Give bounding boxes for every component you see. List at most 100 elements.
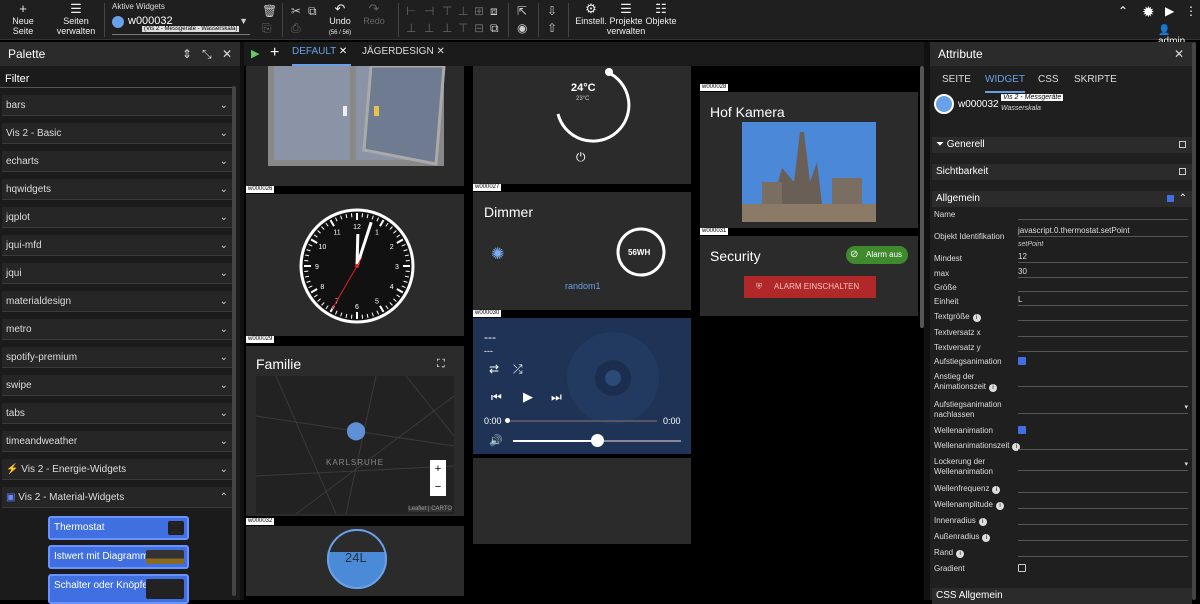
palette-filter-input[interactable]: Filter (0, 66, 234, 88)
water-scale-widget[interactable]: 24L (246, 526, 464, 596)
close-icon[interactable]: ✕ (1174, 42, 1184, 66)
widget-istwert[interactable]: Istwert mit Diagramm (48, 545, 189, 569)
security-widget[interactable]: Security ⊘Alarm aus ⛨ALARM EINSCHALTEN (700, 236, 918, 316)
section-checkbox[interactable] (1179, 141, 1186, 148)
info-icon[interactable]: i (979, 518, 987, 526)
palette-group-material[interactable]: ▣ Vis 2 - Material-Widgets⌃ (2, 487, 234, 508)
tab-default[interactable]: DEFAULT ✕ (292, 42, 351, 66)
tab-widget[interactable]: WIDGET (985, 74, 1025, 93)
close-icon[interactable]: ✕ (436, 46, 444, 57)
copy-icon[interactable]: ⧉ (308, 4, 317, 19)
map-view[interactable]: ⬤ KARLSRUHE +− Leaflet | CARTO (256, 376, 454, 514)
expand-all-icon[interactable]: ⇕ (182, 42, 192, 66)
align-right-icon[interactable]: ⊣ (424, 4, 434, 18)
palette-group[interactable]: timeandweather⌄ (2, 431, 234, 452)
size-field[interactable] (1018, 281, 1188, 292)
undo-button[interactable]: ↶Undo(56 / 56) (326, 2, 354, 38)
distribute-icon[interactable]: ⧈ (490, 4, 498, 19)
progress-thumb[interactable] (505, 418, 510, 423)
align-hcenter-icon[interactable]: ⊥ (406, 21, 416, 35)
tab-seite[interactable]: SEITE (942, 74, 971, 85)
play-icon[interactable]: ▶ (523, 389, 533, 405)
run-icon[interactable]: ▶ (1165, 4, 1174, 18)
close-icon[interactable]: ✕ (339, 46, 347, 57)
info-icon[interactable]: i (992, 486, 1000, 494)
section-checkbox[interactable] (1179, 168, 1186, 175)
progress-slider[interactable] (507, 420, 657, 422)
outer-radius-field[interactable] (1018, 530, 1188, 541)
clock-widget[interactable]: 123456789101112 (246, 194, 464, 336)
min-field[interactable]: 12 (1018, 252, 1188, 263)
wavefreq-field[interactable] (1018, 482, 1188, 493)
max-field[interactable]: 30 (1018, 267, 1188, 278)
oid-field[interactable]: javascript.0.thermostat.setPoint (1018, 226, 1188, 237)
delete-icon[interactable]: 🗑 (262, 4, 277, 18)
paste-format-icon[interactable]: ⎙ (291, 21, 301, 36)
palette-scrollbar[interactable] (232, 86, 236, 596)
manage-pages-button[interactable]: ☰Seiten verwalten (56, 2, 96, 36)
align-bottom-icon[interactable]: ⊥ (458, 4, 468, 18)
palette-group[interactable]: materialdesign⌄ (2, 291, 234, 312)
same-size-icon[interactable]: ⊟ (474, 21, 484, 35)
zoom-in-button[interactable]: + (430, 460, 446, 478)
window-widget[interactable] (246, 66, 464, 186)
shuffle-icon[interactable]: ⤮ (513, 362, 523, 377)
redo-button[interactable]: ↷Redo (362, 2, 386, 26)
widget-thermostat[interactable]: Thermostat (48, 516, 189, 540)
unit-field[interactable]: L (1018, 295, 1188, 306)
info-icon[interactable]: i (982, 534, 990, 542)
section-checkbox[interactable] (1167, 195, 1174, 202)
tab-css[interactable]: CSS (1038, 74, 1059, 85)
arm-alarm-button[interactable]: ⛨ALARM EINSCHALTEN (744, 276, 876, 298)
section-css-allgemein[interactable]: CSS Allgemein (932, 588, 1192, 604)
collapse-all-icon[interactable]: ⤡ (202, 42, 212, 66)
theme-icon[interactable]: ✹ (1142, 3, 1155, 21)
info-icon[interactable]: i (996, 502, 1004, 510)
new-page-button[interactable]: +Neue Seite (8, 2, 38, 36)
section-sichtbarkeit[interactable]: Sichtbarkeit (932, 164, 1192, 180)
info-icon[interactable]: i (956, 550, 964, 558)
palette-group[interactable]: tabs⌄ (2, 403, 234, 424)
paste-icon[interactable]: ⎘ (262, 21, 272, 36)
name-field[interactable] (1018, 209, 1188, 220)
align-left-icon[interactable]: ⊢ (406, 4, 416, 18)
volume-icon[interactable]: 🔊 (489, 434, 503, 447)
palette-group[interactable]: jqplot⌄ (2, 207, 234, 228)
import-icon[interactable]: ⇩ (547, 4, 557, 18)
palette-group[interactable]: echarts⌄ (2, 151, 234, 172)
fullscreen-icon[interactable]: ⛶ (437, 358, 445, 371)
map-widget[interactable]: Familie ⛶ ⬤ KARLSRUHE +− Leaflet | CARTO (246, 346, 464, 516)
risetime-field[interactable] (1018, 376, 1188, 387)
space-h-icon[interactable]: ⊥ (442, 21, 452, 35)
align-vcenter-icon[interactable]: ⊥ (424, 21, 434, 35)
info-icon[interactable]: i (989, 384, 997, 392)
section-generell[interactable]: ⏷ Generell (932, 137, 1192, 153)
palette-group-energy[interactable]: ⚡ Vis 2 - Energie-Widgets⌄ (2, 459, 234, 480)
thermostat-widget[interactable]: 24°C 23°C ⏻ (473, 66, 691, 184)
next-icon[interactable]: ⏭ (551, 390, 562, 405)
space-v-icon[interactable]: ⊤ (458, 21, 468, 35)
palette-group[interactable]: jqui-mfd⌄ (2, 235, 234, 256)
edge-field[interactable] (1018, 546, 1188, 557)
offy-field[interactable] (1018, 341, 1188, 352)
eye-icon[interactable]: ◉ (517, 21, 527, 35)
objects-button[interactable]: ☷Objekte (644, 2, 678, 26)
close-icon[interactable]: ✕ (222, 42, 232, 66)
gradient-checkbox[interactable] (1018, 564, 1026, 572)
manage-projects-button[interactable]: ☰Projekte verwalten (606, 2, 646, 36)
settings-button[interactable]: ⚙Einstell. (574, 2, 608, 26)
waveanim-checkbox[interactable] (1018, 426, 1026, 434)
palette-group[interactable]: hqwidgets⌄ (2, 179, 234, 200)
volume-slider[interactable] (513, 440, 681, 442)
repeat-icon[interactable]: ⇄ (489, 362, 499, 376)
info-icon[interactable]: i (973, 314, 981, 322)
align-top-icon[interactable]: ⊤ (442, 4, 452, 18)
palette-group[interactable]: jqui⌄ (2, 263, 234, 284)
chevron-up-icon[interactable]: ⌃ (1179, 191, 1187, 207)
cut-icon[interactable]: ✂ (291, 4, 301, 18)
attributes-scrollbar[interactable] (1192, 42, 1196, 600)
section-allgemein[interactable]: Allgemein⌃ (932, 191, 1192, 207)
wavelock-select[interactable]: ▾ (1018, 460, 1188, 471)
risefade-select[interactable]: ▾ (1018, 403, 1188, 414)
previous-icon[interactable]: ⏮ (491, 390, 502, 405)
